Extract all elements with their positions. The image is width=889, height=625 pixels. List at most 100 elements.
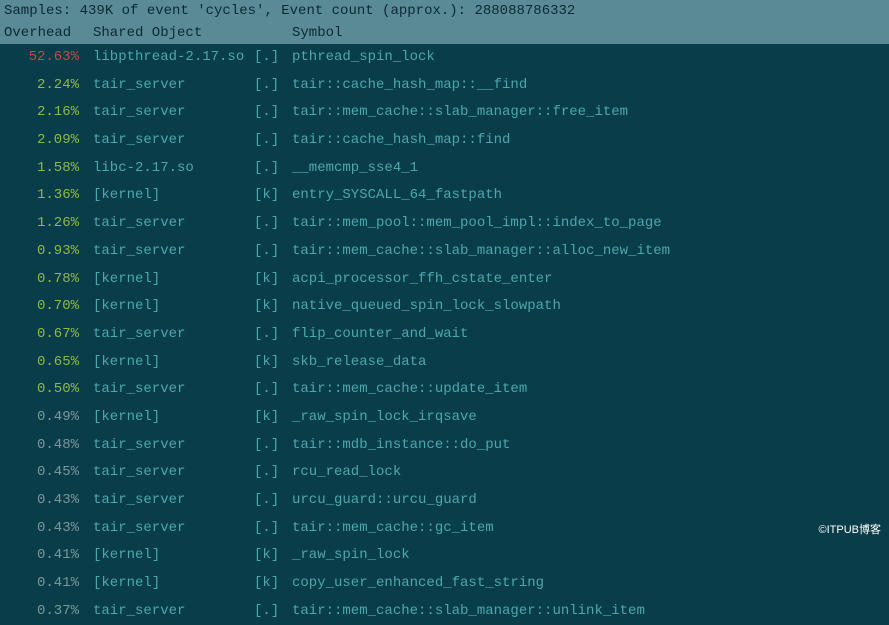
symbol-tag: [.]: [254, 490, 292, 512]
symbol-tag: [.]: [254, 324, 292, 346]
shared-object: tair_server: [79, 324, 254, 346]
symbol-tag: [.]: [254, 518, 292, 540]
symbol-name: flip_counter_and_wait: [292, 324, 468, 346]
shared-object: [kernel]: [79, 573, 254, 595]
table-row[interactable]: 0.43%tair_server[.]tair::mem_cache::gc_i…: [0, 515, 889, 543]
table-row[interactable]: 1.26%tair_server[.]tair::mem_pool::mem_p…: [0, 210, 889, 238]
symbol-name: tair::cache_hash_map::find: [292, 130, 510, 152]
symbol-name: tair::mem_cache::update_item: [292, 379, 527, 401]
shared-object: tair_server: [79, 601, 254, 623]
symbol-name: skb_release_data: [292, 352, 426, 374]
symbol-name: _raw_spin_lock_irqsave: [292, 407, 477, 429]
perf-columns-header: OverheadShared ObjectSymbol: [0, 22, 889, 44]
overhead-value: 52.63%: [4, 47, 79, 69]
table-row[interactable]: 52.63%libpthread-2.17.so[.]pthread_spin_…: [0, 44, 889, 72]
table-row[interactable]: 2.09%tair_server[.]tair::cache_hash_map:…: [0, 127, 889, 155]
symbol-name: native_queued_spin_lock_slowpath: [292, 296, 561, 318]
shared-object: tair_server: [79, 75, 254, 97]
overhead-value: 2.09%: [4, 130, 79, 152]
table-row[interactable]: 0.65%[kernel][k]skb_release_data: [0, 349, 889, 377]
symbol-name: __memcmp_sse4_1: [292, 158, 418, 180]
symbol-tag: [.]: [254, 435, 292, 457]
overhead-value: 0.48%: [4, 435, 79, 457]
table-row[interactable]: 1.36%[kernel][k]entry_SYSCALL_64_fastpat…: [0, 182, 889, 210]
table-row[interactable]: 0.37%tair_server[.]tair::mem_cache::slab…: [0, 598, 889, 625]
table-row[interactable]: 0.48%tair_server[.]tair::mdb_instance::d…: [0, 432, 889, 460]
symbol-name: tair::mem_cache::slab_manager::free_item: [292, 102, 628, 124]
table-row[interactable]: 0.41%[kernel][k]copy_user_enhanced_fast_…: [0, 570, 889, 598]
symbol-tag: [.]: [254, 158, 292, 180]
symbol-tag: [.]: [254, 102, 292, 124]
overhead-value: 0.49%: [4, 407, 79, 429]
table-row[interactable]: 0.41%[kernel][k]_raw_spin_lock: [0, 542, 889, 570]
overhead-value: 0.43%: [4, 518, 79, 540]
symbol-name: tair::mem_cache::gc_item: [292, 518, 494, 540]
table-row[interactable]: 0.45%tair_server[.]rcu_read_lock: [0, 459, 889, 487]
symbol-name: tair::mem_pool::mem_pool_impl::index_to_…: [292, 213, 662, 235]
perf-rows: 52.63%libpthread-2.17.so[.]pthread_spin_…: [0, 44, 889, 625]
table-row[interactable]: 2.16%tair_server[.]tair::mem_cache::slab…: [0, 99, 889, 127]
overhead-value: 0.65%: [4, 352, 79, 374]
table-row[interactable]: 1.58%libc-2.17.so[.]__memcmp_sse4_1: [0, 155, 889, 183]
symbol-name: entry_SYSCALL_64_fastpath: [292, 185, 502, 207]
symbol-tag: [.]: [254, 47, 292, 69]
overhead-value: 0.37%: [4, 601, 79, 623]
shared-object: tair_server: [79, 462, 254, 484]
symbol-tag: [.]: [254, 379, 292, 401]
symbol-tag: [k]: [254, 296, 292, 318]
shared-object: tair_server: [79, 130, 254, 152]
shared-object: tair_server: [79, 518, 254, 540]
shared-object: [kernel]: [79, 545, 254, 567]
symbol-tag: [k]: [254, 185, 292, 207]
symbol-name: urcu_guard::urcu_guard: [292, 490, 477, 512]
col-shared: Shared Object: [79, 25, 254, 41]
symbol-name: _raw_spin_lock: [292, 545, 410, 567]
overhead-value: 1.58%: [4, 158, 79, 180]
shared-object: [kernel]: [79, 352, 254, 374]
symbol-name: tair::cache_hash_map::__find: [292, 75, 527, 97]
table-row[interactable]: 0.43%tair_server[.]urcu_guard::urcu_guar…: [0, 487, 889, 515]
overhead-value: 1.36%: [4, 185, 79, 207]
shared-object: libc-2.17.so: [79, 158, 254, 180]
table-row[interactable]: 0.78%[kernel][k]acpi_processor_ffh_cstat…: [0, 266, 889, 294]
overhead-value: 0.78%: [4, 269, 79, 291]
overhead-value: 2.16%: [4, 102, 79, 124]
shared-object: [kernel]: [79, 269, 254, 291]
shared-object: libpthread-2.17.so: [79, 47, 254, 69]
table-row[interactable]: 0.93%tair_server[.]tair::mem_cache::slab…: [0, 238, 889, 266]
table-row[interactable]: 0.70%[kernel][k]native_queued_spin_lock_…: [0, 293, 889, 321]
symbol-tag: [.]: [254, 601, 292, 623]
overhead-value: 1.26%: [4, 213, 79, 235]
overhead-value: 0.45%: [4, 462, 79, 484]
shared-object: tair_server: [79, 379, 254, 401]
overhead-value: 0.41%: [4, 545, 79, 567]
symbol-tag: [.]: [254, 75, 292, 97]
overhead-value: 2.24%: [4, 75, 79, 97]
symbol-name: tair::mem_cache::slab_manager::alloc_new…: [292, 241, 670, 263]
overhead-value: 0.67%: [4, 324, 79, 346]
symbol-tag: [.]: [254, 213, 292, 235]
shared-object: [kernel]: [79, 296, 254, 318]
col-symbol: Symbol: [292, 25, 342, 41]
symbol-tag: [.]: [254, 241, 292, 263]
symbol-tag: [k]: [254, 269, 292, 291]
symbol-name: acpi_processor_ffh_cstate_enter: [292, 269, 552, 291]
table-row[interactable]: 0.67%tair_server[.]flip_counter_and_wait: [0, 321, 889, 349]
table-row[interactable]: 0.50%tair_server[.]tair::mem_cache::upda…: [0, 376, 889, 404]
overhead-value: 0.70%: [4, 296, 79, 318]
shared-object: tair_server: [79, 241, 254, 263]
symbol-name: copy_user_enhanced_fast_string: [292, 573, 544, 595]
symbol-tag: [k]: [254, 407, 292, 429]
overhead-value: 0.93%: [4, 241, 79, 263]
table-row[interactable]: 0.49%[kernel][k]_raw_spin_lock_irqsave: [0, 404, 889, 432]
perf-header-summary: Samples: 439K of event 'cycles', Event c…: [0, 0, 889, 22]
table-row[interactable]: 2.24%tair_server[.]tair::cache_hash_map:…: [0, 72, 889, 100]
shared-object: tair_server: [79, 213, 254, 235]
watermark: ©ITPUB博客: [819, 521, 882, 537]
symbol-name: rcu_read_lock: [292, 462, 401, 484]
overhead-value: 0.41%: [4, 573, 79, 595]
symbol-name: tair::mem_cache::slab_manager::unlink_it…: [292, 601, 645, 623]
symbol-tag: [.]: [254, 130, 292, 152]
symbol-tag: [k]: [254, 573, 292, 595]
shared-object: tair_server: [79, 435, 254, 457]
